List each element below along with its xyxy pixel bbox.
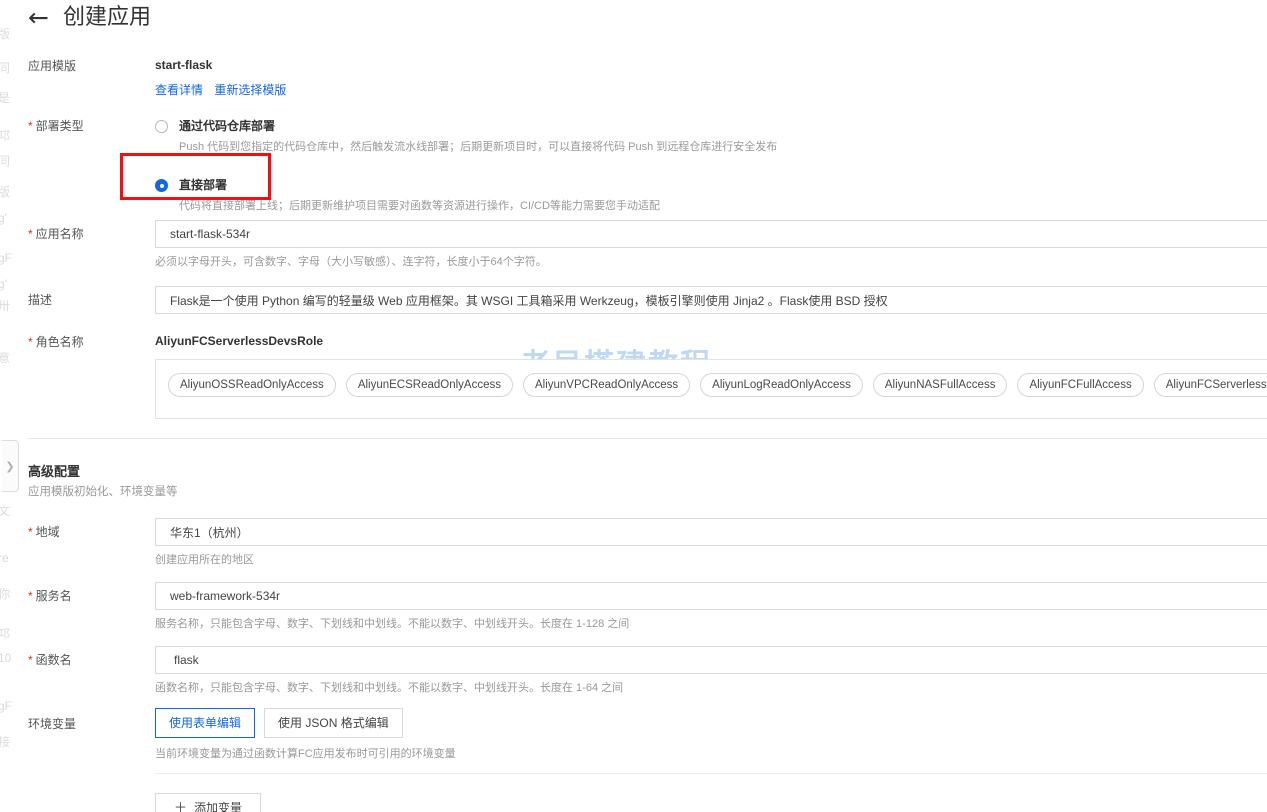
field-env-vars: 环境变量 使用表单编辑 使用 JSON 格式编辑 当前环境变量为通过函数计算FC…	[0, 708, 1267, 726]
role-policy-tag-list: AliyunOSSReadOnlyAccess AliyunECSReadOnl…	[168, 373, 1267, 397]
policy-tag[interactable]: AliyunLogReadOnlyAccess	[700, 373, 863, 397]
advanced-section-title: 高级配置	[28, 461, 80, 480]
app-template-links: 查看详情 重新选择模版	[155, 81, 1267, 98]
field-role-name: *角色名称 AliyunFCServerlessDevsRole AliyunO…	[0, 334, 1267, 352]
policy-tag[interactable]: AliyunECSReadOnlyAccess	[346, 373, 513, 397]
view-details-link[interactable]: 查看详情	[155, 83, 203, 97]
radio-label-repo-deploy: 通过代码仓库部署	[179, 118, 1267, 134]
app-name-input[interactable]	[155, 220, 1267, 248]
required-marker: *	[28, 589, 33, 603]
env-var-edit-mode-buttons: 使用表单编辑 使用 JSON 格式编辑	[155, 708, 1267, 738]
page-header: ← 创建应用	[28, 4, 151, 30]
field-label-function-name: *函数名	[28, 652, 146, 668]
field-label-deploy-type: *部署类型	[28, 118, 146, 134]
radio-option-repo-deploy[interactable]: 通过代码仓库部署 Push 代码到您指定的代码仓库中，然后触发流水线部署；后期更…	[155, 118, 1267, 155]
policy-tag[interactable]: AliyunOSSReadOnlyAccess	[168, 373, 336, 397]
radio-option-direct-deploy[interactable]: 直接部署 代码将直接部署上线；后期更新维护项目需要对函数等资源进行操作，CI/C…	[155, 177, 1267, 214]
radio-label-direct-deploy: 直接部署	[179, 177, 1267, 193]
field-app-template: 应用模版 start-flask 查看详情 重新选择模版	[0, 58, 1267, 76]
field-label-role-name: *角色名称	[28, 334, 146, 350]
required-marker: *	[28, 335, 33, 349]
sidebar-expand-handle[interactable]: ❯	[2, 440, 19, 492]
reselect-template-link[interactable]: 重新选择模版	[214, 83, 286, 97]
field-label-description: 描述	[28, 292, 146, 308]
add-variable-button[interactable]: ＋ 添加变量	[155, 793, 261, 812]
field-description: 描述	[0, 286, 1267, 304]
advanced-section-subtitle: 应用模版初始化、环境变量等	[28, 483, 178, 499]
field-function-name: *函数名 函数名称，只能包含字母、数字、下划线和中划线。不能以数字、中划线开头。…	[0, 646, 1267, 664]
field-service-name: *服务名 服务名称，只能包含字母、数字、下划线和中划线。不能以数字、中划线开头。…	[0, 582, 1267, 600]
field-label-service-name: *服务名	[28, 588, 146, 604]
region-select[interactable]	[155, 518, 1267, 546]
service-name-input[interactable]	[155, 582, 1267, 610]
radio-desc-repo-deploy: Push 代码到您指定的代码仓库中，然后触发流水线部署；后期更新项目时，可以直接…	[179, 139, 1267, 155]
description-input[interactable]	[155, 286, 1267, 314]
required-marker: *	[28, 227, 33, 241]
service-name-hint: 服务名称，只能包含字母、数字、下划线和中划线。不能以数字、中划线开头。长度在 1…	[155, 617, 1267, 631]
env-vars-divider	[155, 773, 1267, 774]
radio-indicator-direct-deploy[interactable]	[155, 179, 168, 192]
page-title: 创建应用	[63, 4, 151, 30]
field-label-region: *地域	[28, 524, 146, 540]
required-marker: *	[28, 525, 33, 539]
field-label-app-name: *应用名称	[28, 226, 146, 242]
add-variable-label: 添加变量	[194, 801, 242, 812]
field-label-env-vars: 环境变量	[28, 716, 146, 732]
plus-icon: ＋	[174, 800, 187, 812]
env-vars-hint: 当前环境变量为通过函数计算FC应用发布时可引用的环境变量	[155, 747, 1267, 761]
app-name-hint: 必须以字母开头，可含数字、字母（大小写敏感）、连字符，长度小于64个字符。	[155, 255, 1267, 269]
policy-tag[interactable]: AliyunFCFullAccess	[1017, 373, 1143, 397]
field-region: *地域 创建应用所在的地区	[0, 518, 1267, 536]
policy-tag[interactable]: AliyunNASFullAccess	[873, 373, 1008, 397]
role-name-value: AliyunFCServerlessDevsRole	[155, 334, 1267, 348]
env-vars-actions: ＋ 添加变量	[155, 793, 1267, 812]
function-name-input[interactable]	[155, 646, 1267, 674]
app-template-value: start-flask	[155, 58, 1267, 72]
create-application-page: 版 同 是 邛 同 版 g' gF g' 卅 意 文 re 你 邛 10 gF …	[0, 0, 1267, 812]
field-deploy-type: *部署类型 通过代码仓库部署 Push 代码到您指定的代码仓库中，然后触发流水线…	[0, 118, 1267, 136]
required-marker: *	[28, 653, 33, 667]
role-policy-container: AliyunOSSReadOnlyAccess AliyunECSReadOnl…	[155, 359, 1267, 419]
region-hint: 创建应用所在的地区	[155, 553, 1267, 567]
policy-tag[interactable]: AliyunVPCReadOnlyAccess	[523, 373, 690, 397]
edit-with-form-button[interactable]: 使用表单编辑	[155, 708, 255, 738]
radio-indicator-repo-deploy[interactable]	[155, 120, 168, 133]
edit-with-json-button[interactable]: 使用 JSON 格式编辑	[264, 708, 403, 738]
function-name-hint: 函数名称，只能包含字母、数字、下划线和中划线。不能以数字、中划线开头。长度在 1…	[155, 681, 1267, 695]
field-label-app-template: 应用模版	[28, 58, 146, 74]
required-marker: *	[28, 119, 33, 133]
field-app-name: *应用名称 必须以字母开头，可含数字、字母（大小写敏感）、连字符，长度小于64个…	[0, 220, 1267, 238]
arrow-left-icon[interactable]: ←	[28, 5, 49, 30]
radio-desc-direct-deploy: 代码将直接部署上线；后期更新维护项目需要对函数等资源进行操作，CI/CD等能力需…	[179, 198, 1267, 214]
policy-tag[interactable]: AliyunFCServerlessDevsRolePolicy	[1154, 373, 1267, 397]
section-divider	[28, 438, 1267, 439]
chevron-right-icon: ❯	[5, 460, 14, 473]
